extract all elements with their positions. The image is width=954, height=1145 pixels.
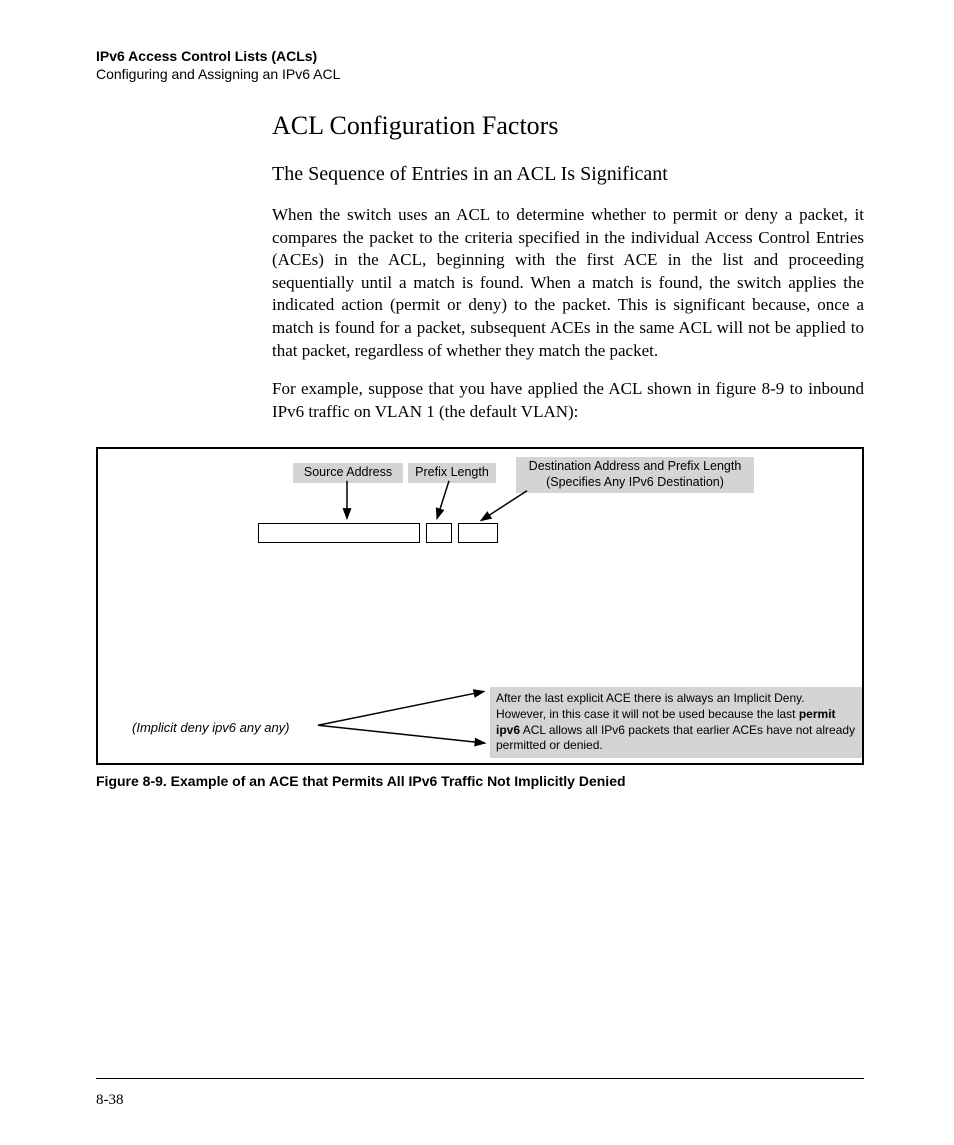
field-source-address xyxy=(258,523,420,543)
callout-after-last-ace: After the last explicit ACE there is alw… xyxy=(490,687,862,757)
section-heading: ACL Configuration Factors xyxy=(272,111,864,141)
callout-prefix-length: Prefix Length xyxy=(408,463,496,483)
callout-dest-line1: Destination Address and Prefix Length xyxy=(522,459,748,475)
paragraph-2: For example, suppose that you have appli… xyxy=(272,378,864,423)
afterlast-text-2: ACL allows all IPv6 packets that earlier… xyxy=(496,723,855,753)
implicit-deny-label: (Implicit deny ipv6 any any) xyxy=(132,720,290,735)
ace-field-row xyxy=(258,523,498,543)
field-prefix-length xyxy=(426,523,452,543)
callout-destination: Destination Address and Prefix Length (S… xyxy=(516,457,754,492)
afterlast-text-1: After the last explicit ACE there is alw… xyxy=(496,691,805,721)
figure-wrap: Source Address Prefix Length Destination… xyxy=(96,447,864,789)
field-destination xyxy=(458,523,498,543)
callout-dest-line2: (Specifies Any IPv6 Destination) xyxy=(522,475,748,491)
subsection-heading: The Sequence of Entries in an ACL Is Sig… xyxy=(272,163,864,186)
page-number: 8-38 xyxy=(96,1092,124,1109)
header-subtitle: Configuring and Assigning an IPv6 ACL xyxy=(96,66,864,84)
footer-rule xyxy=(96,1078,864,1079)
header-title: IPv6 Access Control Lists (ACLs) xyxy=(96,48,864,66)
running-header: IPv6 Access Control Lists (ACLs) Configu… xyxy=(96,48,864,83)
page: IPv6 Access Control Lists (ACLs) Configu… xyxy=(0,0,954,1145)
figure-caption: Figure 8-9. Example of an ACE that Permi… xyxy=(96,773,864,789)
paragraph-1: When the switch uses an ACL to determine… xyxy=(272,204,864,362)
figure-8-9: Source Address Prefix Length Destination… xyxy=(96,447,864,765)
callout-source-address: Source Address xyxy=(293,463,403,483)
body-column: ACL Configuration Factors The Sequence o… xyxy=(272,111,864,423)
